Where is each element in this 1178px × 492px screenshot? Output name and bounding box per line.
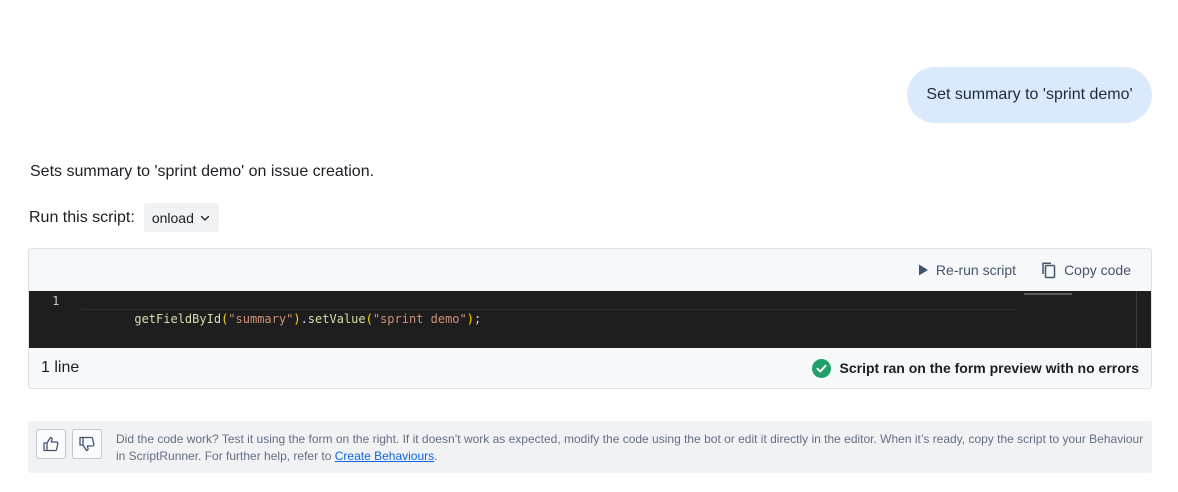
code-editor[interactable]: 1 getFieldById("summary").setValue("spri… bbox=[29, 291, 1151, 348]
run-script-label: Run this script: bbox=[29, 208, 135, 226]
chevron-down-icon bbox=[199, 212, 211, 224]
code-token: "sprint demo" bbox=[372, 312, 467, 326]
code-line[interactable]: getFieldById("summary").setValue("sprint… bbox=[91, 291, 481, 346]
script-run-status: Script ran on the form preview with no e… bbox=[811, 358, 1140, 378]
feedback-panel: Did the code work? Test it using the for… bbox=[28, 421, 1152, 473]
code-token: getFieldById bbox=[134, 312, 222, 326]
run-script-row: Run this script: onload bbox=[29, 203, 219, 232]
code-token: ( bbox=[365, 312, 373, 326]
thumbs-down-icon bbox=[79, 436, 95, 452]
copy-code-label: Copy code bbox=[1064, 262, 1131, 278]
rerun-script-button[interactable]: Re-run script bbox=[908, 256, 1024, 284]
run-trigger-select[interactable]: onload bbox=[143, 203, 219, 232]
create-behaviours-link[interactable]: Create Behaviours bbox=[335, 449, 434, 463]
line-number-gutter: 1 bbox=[29, 291, 81, 310]
code-token: ) bbox=[466, 312, 474, 326]
editor-scrollbar[interactable] bbox=[1136, 291, 1137, 348]
minimap-line bbox=[1024, 293, 1072, 295]
code-panel: Re-run script Copy code 1 getFieldById("… bbox=[28, 248, 1152, 389]
feedback-help-text: Did the code work? Test it using the for… bbox=[116, 431, 1146, 465]
copy-icon bbox=[1042, 262, 1056, 279]
line-count: 1 line bbox=[41, 359, 80, 376]
line-number: 1 bbox=[52, 294, 60, 308]
thumbs-down-button[interactable] bbox=[72, 429, 102, 459]
copy-code-button[interactable]: Copy code bbox=[1032, 256, 1139, 284]
code-token: "summary" bbox=[228, 312, 294, 326]
thumbs-up-button[interactable] bbox=[36, 429, 66, 459]
code-token: ; bbox=[473, 312, 482, 326]
code-status-bar: 1 line Script ran on the form preview wi… bbox=[29, 348, 1151, 388]
thumbs-up-icon bbox=[43, 436, 59, 452]
code-toolbar: Re-run script Copy code bbox=[29, 249, 1151, 291]
script-run-status-text: Script ran on the form preview with no e… bbox=[839, 360, 1140, 376]
assistant-description: Sets summary to 'sprint demo' on issue c… bbox=[30, 163, 375, 180]
code-token: . bbox=[300, 312, 308, 326]
feedback-text-end: . bbox=[434, 449, 438, 463]
play-icon bbox=[918, 264, 928, 276]
code-token: ) bbox=[293, 312, 301, 326]
code-token: setValue bbox=[307, 312, 366, 326]
check-circle-icon bbox=[811, 358, 831, 378]
editor-minimap[interactable] bbox=[1016, 291, 1136, 348]
user-message-bubble: Set summary to 'sprint demo' bbox=[907, 67, 1152, 123]
rerun-script-label: Re-run script bbox=[935, 262, 1017, 278]
run-trigger-value: onload bbox=[151, 209, 194, 226]
user-message-text: Set summary to 'sprint demo' bbox=[926, 86, 1133, 103]
feedback-text: Did the code work? Test it using the for… bbox=[116, 432, 1144, 463]
